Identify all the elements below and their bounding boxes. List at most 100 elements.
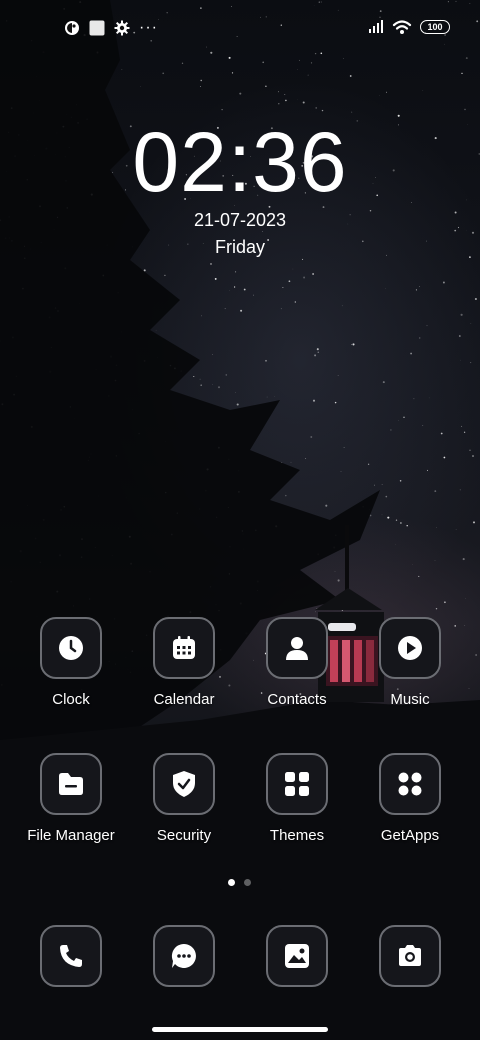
clock-widget[interactable]: 02:36 21-07-2023 Friday xyxy=(0,112,480,258)
star xyxy=(462,558,465,561)
star xyxy=(310,436,313,438)
star xyxy=(243,288,246,291)
app-label: Calendar xyxy=(153,691,215,708)
star xyxy=(474,297,477,301)
home-gesture-bar[interactable] xyxy=(152,1027,328,1032)
settings-gear-icon xyxy=(114,20,130,36)
star xyxy=(379,95,380,97)
star xyxy=(399,480,402,482)
star xyxy=(390,429,392,431)
star xyxy=(233,286,236,288)
star xyxy=(403,416,405,418)
app-calendar[interactable]: Calendar xyxy=(124,617,244,708)
app-clock[interactable]: Clock xyxy=(11,617,131,708)
dock-gallery[interactable] xyxy=(237,925,357,987)
square-notification-icon xyxy=(89,20,105,36)
star xyxy=(352,343,355,346)
dock-messages[interactable] xyxy=(124,925,244,987)
play-icon xyxy=(379,617,441,679)
star xyxy=(303,276,306,279)
star xyxy=(443,456,446,459)
app-security[interactable]: Security xyxy=(124,753,244,844)
time-display: 02:36 xyxy=(132,115,348,209)
star xyxy=(317,351,320,353)
star xyxy=(143,269,146,272)
star xyxy=(341,305,343,307)
star xyxy=(236,403,239,406)
star xyxy=(469,449,471,451)
app-themes[interactable]: Themes xyxy=(237,753,357,844)
star xyxy=(413,398,415,400)
star xyxy=(367,463,370,465)
app-contacts[interactable]: Contacts xyxy=(237,617,357,708)
star xyxy=(239,92,242,95)
star xyxy=(351,344,353,345)
star xyxy=(334,571,336,572)
star xyxy=(210,263,212,265)
star xyxy=(464,108,466,111)
star xyxy=(240,309,243,312)
star xyxy=(343,446,345,448)
star xyxy=(278,103,280,105)
star xyxy=(225,374,228,376)
more-dots-icon: ··· xyxy=(139,19,158,36)
star xyxy=(164,274,166,277)
star xyxy=(217,386,221,389)
dock-phone[interactable] xyxy=(11,925,131,987)
star xyxy=(400,522,402,524)
contacts-icon xyxy=(266,617,328,679)
gallery-icon xyxy=(266,925,328,987)
star xyxy=(294,301,296,303)
star xyxy=(162,72,165,75)
star xyxy=(200,315,203,317)
dock-camera[interactable] xyxy=(350,925,470,987)
app-label: GetApps xyxy=(380,827,440,844)
star xyxy=(305,458,307,459)
star xyxy=(395,519,398,521)
app-file-manager[interactable]: File Manager xyxy=(11,753,131,844)
star xyxy=(297,69,298,70)
app-label: File Manager xyxy=(27,827,115,844)
status-bar-right: 100 xyxy=(368,19,450,35)
star xyxy=(292,268,294,270)
star xyxy=(315,107,318,109)
app-label: Clock xyxy=(52,691,90,708)
star xyxy=(340,471,342,472)
star xyxy=(212,354,213,355)
star xyxy=(428,397,430,399)
star xyxy=(463,431,466,433)
star xyxy=(426,469,429,471)
star xyxy=(284,93,286,95)
messages-icon xyxy=(153,925,215,987)
star xyxy=(302,258,304,260)
star xyxy=(221,108,223,111)
star xyxy=(434,560,436,561)
star xyxy=(307,74,309,76)
wifi-icon xyxy=(392,19,412,35)
phone-icon xyxy=(40,925,102,987)
star xyxy=(298,59,301,61)
star xyxy=(231,72,234,74)
camera-icon xyxy=(379,925,441,987)
star xyxy=(199,378,201,380)
star xyxy=(285,99,287,102)
app-getapps[interactable]: GetApps xyxy=(350,753,470,844)
page-indicator xyxy=(228,879,251,886)
app-music[interactable]: Music xyxy=(350,617,470,708)
star xyxy=(334,401,337,404)
star xyxy=(314,354,317,357)
getapps-icon xyxy=(379,753,441,815)
status-bar-left: ··· xyxy=(64,19,158,37)
star xyxy=(265,85,267,88)
star xyxy=(418,337,421,339)
star xyxy=(387,516,390,519)
star xyxy=(302,101,305,104)
star xyxy=(434,490,437,492)
star xyxy=(472,455,474,457)
star xyxy=(277,91,280,93)
star xyxy=(475,654,477,656)
star xyxy=(262,61,264,64)
star xyxy=(422,425,424,426)
star xyxy=(121,69,123,70)
wallpaper-hill xyxy=(0,700,480,1040)
